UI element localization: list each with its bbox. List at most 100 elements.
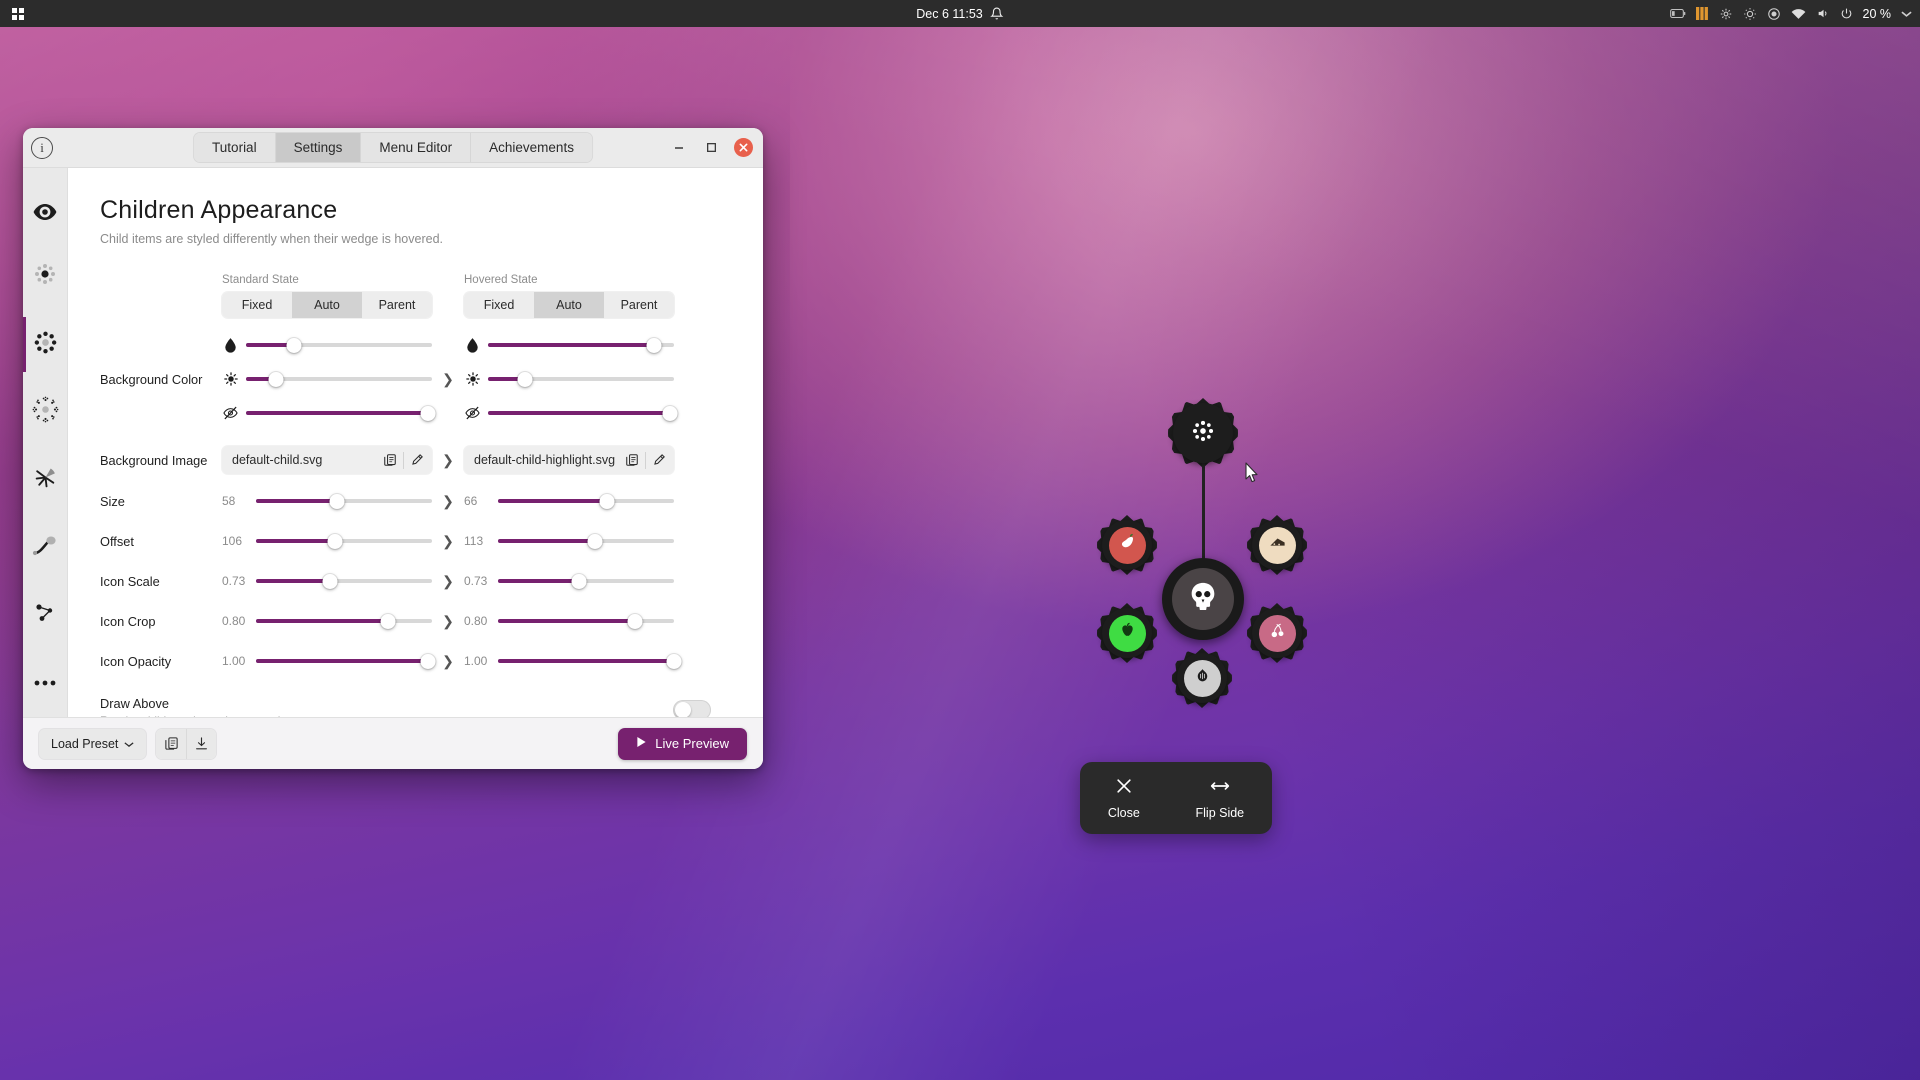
hovered-seg-fixed[interactable]: Fixed xyxy=(464,292,534,318)
icon-crop-slider-hovered[interactable] xyxy=(498,608,674,634)
sidebar-item-connectors[interactable] xyxy=(23,582,68,650)
icon-scale-slider-standard[interactable] xyxy=(256,568,432,594)
icon-opacity-slider-hovered[interactable] xyxy=(498,648,682,674)
bell-icon xyxy=(990,7,1004,20)
skull-icon xyxy=(1186,580,1220,619)
close-button[interactable] xyxy=(734,138,753,157)
status-area[interactable]: 20 % xyxy=(1669,7,1913,21)
bg-color-hue-slider-standard[interactable] xyxy=(246,332,432,358)
standard-seg-fixed[interactable]: Fixed xyxy=(222,292,292,318)
icon-opacity-value-hovered: 1.00 xyxy=(464,654,488,668)
sidebar-item-menu-theme[interactable] xyxy=(23,243,68,311)
grandchildren-dots-icon xyxy=(32,396,59,428)
icon-crop-value-standard: 0.80 xyxy=(222,614,246,628)
copy-icon[interactable] xyxy=(619,447,645,473)
info-icon[interactable]: i xyxy=(31,136,53,159)
pie-child-apple[interactable] xyxy=(1102,608,1152,658)
row-label-offset: Offset xyxy=(100,533,134,549)
pie-parent-item[interactable] xyxy=(1173,403,1233,463)
brightness-icon xyxy=(1743,7,1757,21)
bg-color-opacity-slider-hovered[interactable] xyxy=(488,400,678,426)
minimize-button[interactable] xyxy=(670,139,688,157)
pencil-icon[interactable] xyxy=(646,447,672,473)
sidebar-item-grandchildren[interactable] xyxy=(23,378,68,446)
bg-color-brightness-slider-hovered[interactable] xyxy=(488,366,674,392)
chevron-down-icon[interactable] xyxy=(1901,10,1912,18)
copy-to-hovered-chevron-size[interactable]: ❯ xyxy=(432,493,464,510)
sidebar-item-more[interactable] xyxy=(23,649,68,717)
hovered-state-segmented[interactable]: Fixed Auto Parent xyxy=(464,292,674,318)
live-preview-button[interactable]: Live Preview xyxy=(618,727,747,760)
hovered-seg-auto[interactable]: Auto xyxy=(534,292,604,318)
row-icon-opacity: Icon Opacity 1.00 ❯ 1.00 xyxy=(100,648,733,674)
hovered-seg-parent[interactable]: Parent xyxy=(604,292,674,318)
offset-value-hovered: 113 xyxy=(464,534,484,548)
download-preset-button[interactable] xyxy=(186,728,217,759)
icon-opacity-value-standard: 1.00 xyxy=(222,654,246,668)
pie-toolbar-close-button[interactable]: Close xyxy=(1108,776,1140,820)
droplet-icon xyxy=(222,337,239,353)
pie-child-cheese[interactable] xyxy=(1252,520,1302,570)
pie-toolbar-flip-side-button[interactable]: Flip Side xyxy=(1196,776,1244,820)
size-slider-hovered[interactable] xyxy=(498,488,674,514)
copy-to-hovered-chevron-bg-color[interactable]: ❯ xyxy=(432,371,464,388)
sidebar-item-general[interactable] xyxy=(23,186,68,243)
keyboard-layout-icon xyxy=(1695,7,1709,20)
settings-scroll-area[interactable]: Children Appearance Child items are styl… xyxy=(68,168,763,717)
tab-achievements[interactable]: Achievements xyxy=(471,133,592,162)
copy-preset-button[interactable] xyxy=(156,728,187,759)
sidebar-item-trace[interactable] xyxy=(23,514,68,582)
row-icon-scale: Icon Scale 0.73 ❯ 0.73 xyxy=(100,568,733,594)
standard-state-segmented[interactable]: Fixed Auto Parent xyxy=(222,292,432,318)
copy-to-hovered-chevron-offset[interactable]: ❯ xyxy=(432,533,464,550)
draw-above-toggle[interactable] xyxy=(673,700,711,717)
pie-child-pepper[interactable] xyxy=(1102,520,1152,570)
power-icon xyxy=(1840,7,1853,20)
load-preset-button[interactable]: Load Preset xyxy=(39,728,147,759)
row-label-icon-scale: Icon Scale xyxy=(100,573,160,589)
pie-child-cherry[interactable] xyxy=(1252,608,1302,658)
copy-to-hovered-chevron-icon-scale[interactable]: ❯ xyxy=(432,573,464,590)
standard-seg-auto[interactable]: Auto xyxy=(292,292,362,318)
icon-crop-value-hovered: 0.80 xyxy=(464,614,488,628)
background-image-entry-hovered[interactable]: default-child-highlight.svg xyxy=(464,446,674,474)
dots-icon xyxy=(1190,418,1216,449)
activities-icon[interactable] xyxy=(12,7,24,20)
copy-to-hovered-chevron-icon-opacity[interactable]: ❯ xyxy=(432,653,464,670)
bg-color-hue-slider-hovered[interactable] xyxy=(488,332,674,358)
ellipsis-icon xyxy=(33,674,57,692)
pencil-icon[interactable] xyxy=(404,447,430,473)
copy-to-hovered-chevron-bg-image[interactable]: ❯ xyxy=(432,452,464,469)
tab-settings[interactable]: Settings xyxy=(275,133,362,162)
tab-menu-editor[interactable]: Menu Editor xyxy=(361,133,472,162)
row-label-background-image: Background Image xyxy=(100,452,208,468)
icon-scale-slider-hovered[interactable] xyxy=(498,568,674,594)
chevron-down-icon xyxy=(124,737,134,751)
sidebar-item-wedges[interactable] xyxy=(23,446,68,514)
offset-slider-hovered[interactable] xyxy=(498,528,674,554)
play-icon xyxy=(636,736,647,751)
offset-value-standard: 106 xyxy=(222,534,243,548)
pie-menu-preview[interactable] xyxy=(1080,395,1360,715)
standard-seg-parent[interactable]: Parent xyxy=(362,292,432,318)
pie-child-onion[interactable] xyxy=(1177,653,1227,703)
icon-crop-slider-standard[interactable] xyxy=(256,608,432,634)
settings-sidebar xyxy=(23,168,68,717)
load-preset-label: Load Preset xyxy=(51,736,119,751)
skull-center-item[interactable] xyxy=(1162,558,1244,640)
eye-off-icon xyxy=(222,406,239,420)
offset-slider-standard[interactable] xyxy=(256,528,432,554)
icon-opacity-slider-standard[interactable] xyxy=(256,648,436,674)
bg-color-brightness-slider-standard[interactable] xyxy=(246,366,432,392)
sidebar-item-children-appearance[interactable] xyxy=(23,311,68,379)
copy-icon[interactable] xyxy=(377,447,403,473)
copy-to-hovered-chevron-icon-crop[interactable]: ❯ xyxy=(432,613,464,630)
size-slider-standard[interactable] xyxy=(256,488,432,514)
kando-settings-window: i Tutorial Settings Menu Editor Achievem… xyxy=(23,128,763,769)
trace-icon xyxy=(32,534,58,561)
clock-area[interactable]: Dec 6 11:53 xyxy=(916,7,1004,21)
bg-color-opacity-slider-standard[interactable] xyxy=(246,400,436,426)
maximize-button[interactable] xyxy=(702,139,720,157)
tab-tutorial[interactable]: Tutorial xyxy=(194,133,276,162)
background-image-entry-standard[interactable]: default-child.svg xyxy=(222,446,432,474)
